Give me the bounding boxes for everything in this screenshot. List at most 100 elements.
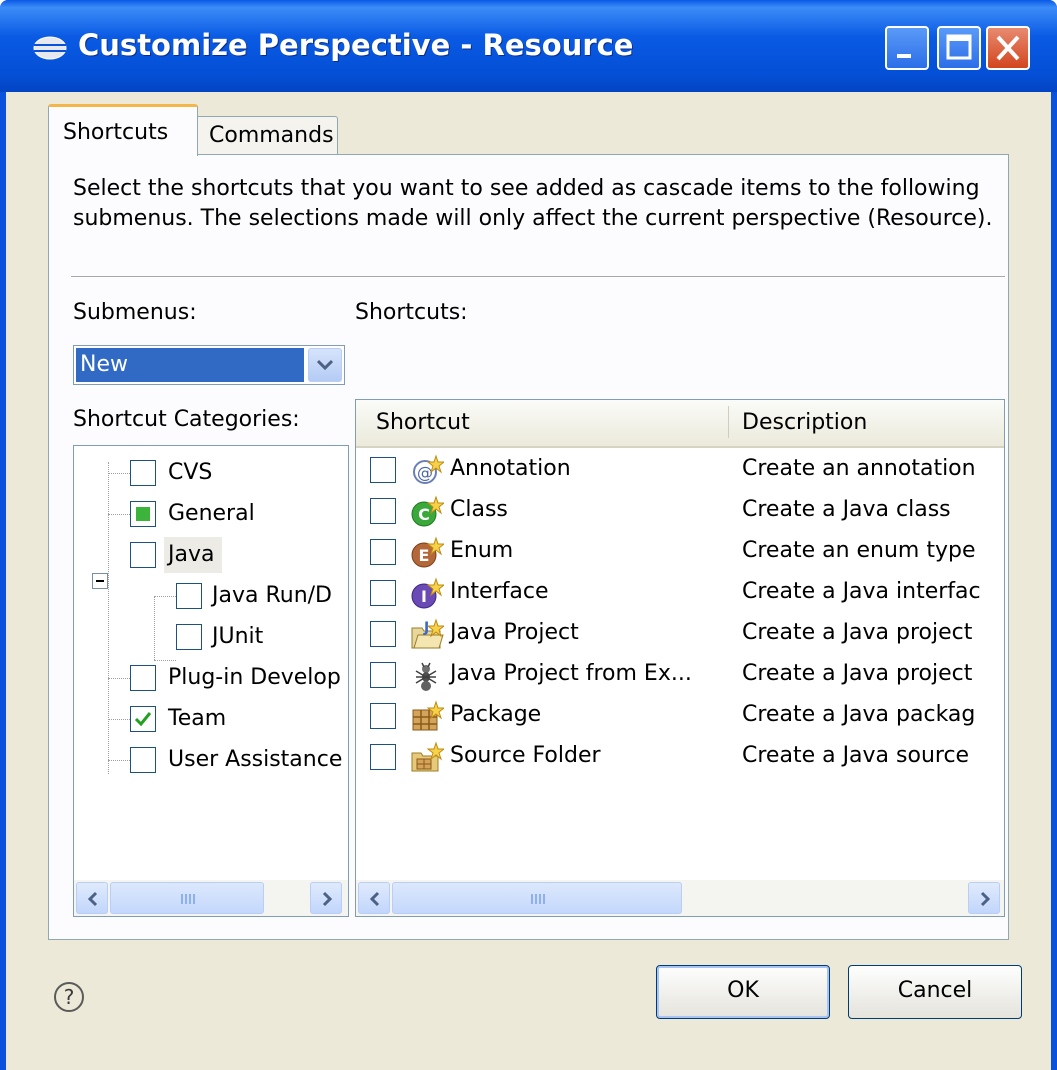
table-row[interactable]: Source Folder Create a Java source	[356, 737, 1004, 778]
submenus-dropdown[interactable]: New	[73, 345, 345, 385]
shortcut-name: Source Folder	[450, 743, 601, 768]
category-label: Java	[164, 537, 223, 573]
row-checkbox[interactable]	[370, 744, 396, 770]
grip-icon	[531, 894, 545, 904]
category-checkbox[interactable]	[130, 706, 156, 732]
collapse-icon[interactable]	[92, 573, 108, 589]
minimize-button[interactable]	[885, 26, 929, 70]
tab-commands[interactable]: Commands	[196, 116, 338, 156]
tree-connector	[108, 678, 130, 679]
shortcuts-label: Shortcuts:	[355, 300, 468, 325]
shortcut-name: Java Project	[450, 620, 579, 645]
help-icon[interactable]: ?	[54, 982, 84, 1012]
shortcuts-table[interactable]: Shortcut Description @ Annotation Create…	[355, 399, 1005, 917]
maximize-icon	[946, 34, 972, 60]
table-row[interactable]: E Enum Create an enum type	[356, 532, 1004, 573]
tree-connector	[108, 760, 130, 761]
shortcut-categories-label: Shortcut Categories:	[73, 407, 300, 432]
shortcut-description: Create a Java interfac	[742, 579, 981, 604]
submenus-selected-value: New	[76, 348, 304, 382]
svg-text:E: E	[419, 546, 430, 565]
shortcut-description: Create a Java class	[742, 497, 951, 522]
category-checkbox[interactable]	[130, 460, 156, 486]
category-checkbox[interactable]	[130, 542, 156, 568]
submenus-label: Submenus:	[73, 300, 197, 325]
horizontal-scrollbar[interactable]	[74, 880, 348, 916]
category-label: Plug-in Develop	[168, 665, 341, 690]
column-header-description[interactable]: Description	[742, 410, 867, 435]
row-checkbox[interactable]	[370, 457, 396, 483]
table-row[interactable]: I Interface Create a Java interfac	[356, 573, 1004, 614]
scroll-right-button[interactable]	[968, 882, 1000, 914]
cancel-button[interactable]: Cancel	[848, 965, 1022, 1019]
instructions-text: Select the shortcuts that you want to se…	[73, 176, 993, 231]
dialog-client-area: Shortcuts Commands Select the shortcuts …	[6, 92, 1051, 1070]
category-label: JUnit	[212, 624, 264, 649]
table-row[interactable]: C Class Create a Java class	[356, 491, 1004, 532]
category-label: CVS	[168, 460, 213, 485]
interface-icon: I	[411, 577, 444, 609]
tab-shortcuts[interactable]: Shortcuts	[48, 104, 198, 156]
enum-icon: E	[411, 536, 444, 568]
source-folder-icon	[411, 741, 444, 772]
shortcut-categories-tree[interactable]: CVS General Java Java Run/D JUnit Plug-i…	[73, 445, 349, 917]
row-checkbox[interactable]	[370, 662, 396, 688]
scroll-left-button[interactable]	[358, 882, 390, 914]
separator	[71, 276, 1005, 278]
shortcut-name: Interface	[450, 579, 549, 604]
tree-connector	[154, 596, 155, 660]
chevron-left-icon	[87, 891, 98, 907]
table-row[interactable]: @ Annotation Create an annotation	[356, 450, 1004, 491]
svg-text:C: C	[418, 505, 430, 524]
scroll-thumb[interactable]	[392, 882, 682, 914]
annotation-icon: @	[413, 454, 444, 484]
ok-button[interactable]: OK	[656, 965, 830, 1019]
category-checkbox[interactable]	[130, 747, 156, 773]
table-row[interactable]: J Java Project Create a Java project	[356, 614, 1004, 655]
table-row[interactable]: Package Create a Java packag	[356, 696, 1004, 737]
column-header-shortcut[interactable]: Shortcut	[376, 410, 470, 435]
dropdown-button[interactable]	[308, 348, 342, 382]
row-checkbox[interactable]	[370, 621, 396, 647]
shortcut-description: Create an enum type	[742, 538, 976, 563]
category-checkbox[interactable]	[176, 583, 202, 609]
horizontal-scrollbar[interactable]	[356, 880, 1004, 916]
tab-commands-label: Commands	[209, 123, 334, 148]
close-icon	[996, 35, 1020, 61]
maximize-button[interactable]	[937, 26, 981, 70]
shortcut-description: Create a Java project	[742, 661, 973, 686]
scroll-right-button[interactable]	[310, 882, 342, 914]
row-checkbox[interactable]	[370, 703, 396, 729]
customize-perspective-dialog: Customize Perspective - Resource Shortcu…	[0, 0, 1057, 1070]
tree-connector	[108, 473, 130, 474]
chevron-down-icon	[317, 359, 333, 371]
minimize-icon	[897, 54, 911, 58]
category-checkbox[interactable]	[130, 501, 156, 527]
tree-connector	[108, 514, 130, 515]
scroll-left-button[interactable]	[76, 882, 108, 914]
column-divider[interactable]	[728, 406, 729, 438]
shortcut-description: Create an annotation	[742, 456, 976, 481]
table-row[interactable]: Java Project from Ex... Create a Java pr…	[356, 655, 1004, 696]
shortcut-name: Java Project from Ex...	[450, 661, 692, 686]
row-checkbox[interactable]	[370, 580, 396, 606]
category-checkbox[interactable]	[130, 665, 156, 691]
chevron-right-icon	[980, 891, 991, 907]
java-project-icon: J	[411, 618, 444, 649]
ant-project-icon	[415, 662, 437, 691]
close-button[interactable]	[986, 26, 1030, 70]
category-label: Team	[168, 706, 227, 731]
category-checkbox[interactable]	[176, 624, 202, 650]
checkmark-icon	[134, 712, 152, 727]
class-icon: C	[411, 495, 444, 527]
row-checkbox[interactable]	[370, 539, 396, 565]
scroll-thumb[interactable]	[110, 882, 264, 914]
eclipse-icon	[33, 36, 67, 60]
row-checkbox[interactable]	[370, 498, 396, 524]
tree-connector	[108, 719, 130, 720]
table-header: Shortcut Description	[356, 400, 1004, 448]
shortcut-name: Class	[450, 497, 508, 522]
tree-connector	[154, 596, 176, 597]
chevron-left-icon	[369, 891, 380, 907]
chevron-right-icon	[322, 891, 333, 907]
